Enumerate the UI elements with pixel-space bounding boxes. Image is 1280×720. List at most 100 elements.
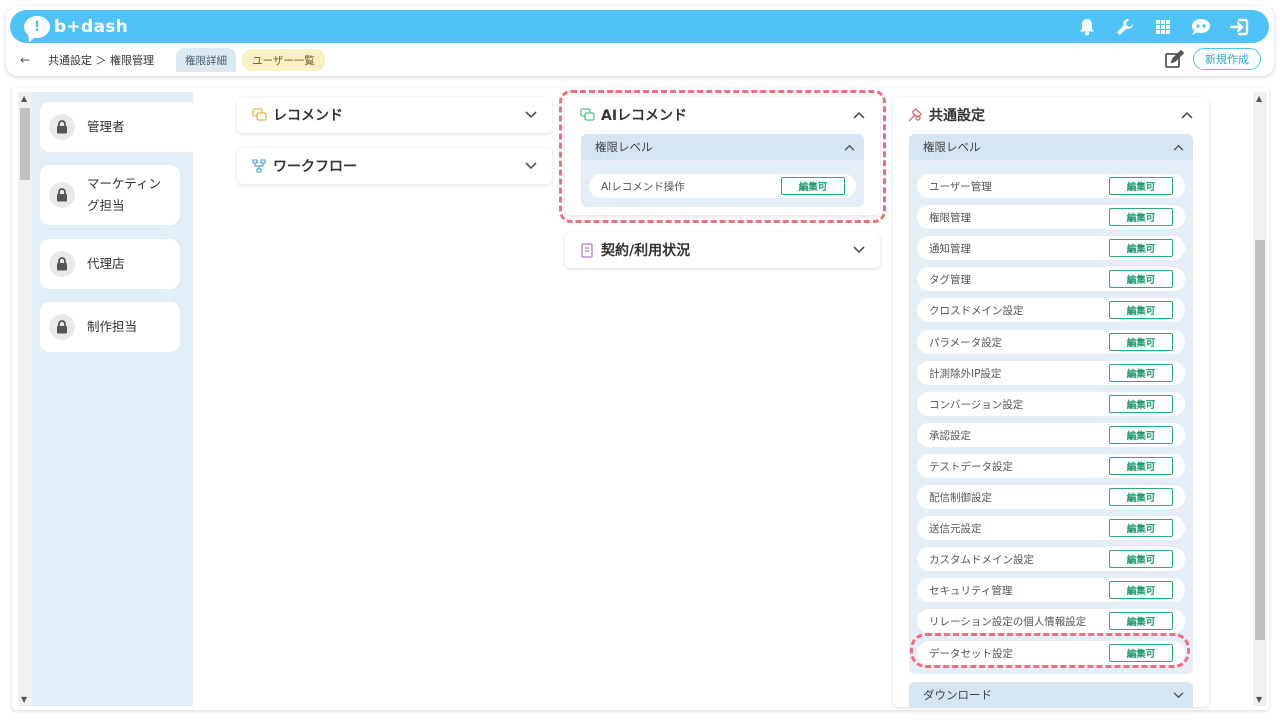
highlight-dataset-setting [910, 633, 1190, 668]
role-label: 管理者 [87, 119, 125, 134]
chevron-down-icon[interactable] [524, 159, 538, 173]
permission-status-badge[interactable]: 編集可 [1109, 270, 1173, 288]
permission-status-badge[interactable]: 編集可 [1109, 457, 1173, 475]
scrollbar-thumb[interactable] [1255, 240, 1265, 640]
new-create-button[interactable]: 新規作成 [1193, 48, 1261, 70]
contract-icon [579, 242, 595, 258]
permission-row: 計測除外IP設定 編集可 [917, 361, 1185, 385]
scrollbar-thumb[interactable] [20, 108, 30, 180]
permission-label: セキュリティ管理 [929, 584, 1013, 597]
permission-label: 送信元設定 [929, 522, 982, 535]
role-item-agency[interactable]: 代理店 [40, 239, 180, 289]
download-panel: ダウンロード [909, 682, 1193, 708]
sub-navigation: ← 共通設定 ＞ 権限管理 権限詳細 ユーザー一覧 [20, 48, 325, 72]
permission-row: 承認設定 編集可 [917, 423, 1185, 447]
permission-label: 権限管理 [929, 211, 971, 224]
permission-label: 計測除外IP設定 [929, 367, 1002, 380]
permission-row: コンバージョン設定 編集可 [917, 392, 1185, 416]
permission-status-badge[interactable]: 編集可 [1109, 364, 1173, 382]
chevron-up-icon[interactable] [1180, 108, 1194, 122]
role-label: マーケティング担当 [87, 176, 162, 213]
app-logo[interactable]: ! b+dash [24, 15, 128, 39]
permission-row: リレーション設定の個人情報設定 編集可 [917, 609, 1185, 633]
permission-row: ユーザー管理 編集可 [917, 174, 1185, 198]
permission-label: 承認設定 [929, 429, 971, 442]
tab-permission-detail[interactable]: 権限詳細 [176, 48, 236, 72]
card-title: レコメンド [273, 108, 343, 124]
lock-icon [49, 251, 75, 277]
sidebar-scrollbar[interactable]: ▲ ▼ [18, 92, 32, 706]
back-arrow-icon[interactable]: ← [20, 53, 34, 67]
permission-label: テストデータ設定 [929, 460, 1013, 473]
permission-status-badge[interactable]: 編集可 [1109, 426, 1173, 444]
chevron-down-icon[interactable] [852, 243, 866, 257]
permission-row: タグ管理 編集可 [917, 267, 1185, 291]
role-item-production[interactable]: 制作担当 [40, 302, 180, 352]
permission-row: 送信元設定 編集可 [917, 516, 1185, 540]
role-item-marketing[interactable]: マーケティング担当 [40, 165, 180, 225]
logo-mark: ! [24, 16, 50, 38]
download-header[interactable]: ダウンロード [909, 682, 1193, 708]
card-contract[interactable]: 契約/利用状況 [565, 232, 880, 268]
lock-icon [49, 182, 75, 208]
permission-status-badge[interactable]: 編集可 [1109, 395, 1173, 413]
breadcrumb: 共通設定 ＞ 権限管理 [48, 54, 154, 67]
recommend-icon [251, 107, 267, 123]
chevron-up-icon[interactable] [1171, 140, 1185, 154]
chevron-down-icon[interactable] [1171, 688, 1185, 702]
permission-status-badge[interactable]: 編集可 [1109, 519, 1173, 537]
card-title: ワークフロー [273, 159, 357, 175]
chevron-down-icon[interactable] [524, 108, 538, 122]
scroll-up-icon[interactable]: ▲ [21, 94, 27, 103]
common-settings-icon [907, 107, 923, 123]
permission-status-badge[interactable]: 編集可 [1109, 177, 1173, 195]
permission-row: テストデータ設定 編集可 [917, 454, 1185, 478]
card-title: 契約/利用状況 [601, 243, 691, 259]
card-title: 共通設定 [929, 108, 985, 124]
highlight-ai-recommend [559, 90, 886, 223]
permission-row: パラメータ設定 編集可 [917, 330, 1185, 354]
permission-row: カスタムドメイン設定 編集可 [917, 547, 1185, 571]
permission-label: 配信制御設定 [929, 491, 992, 504]
permission-status-badge[interactable]: 編集可 [1109, 239, 1173, 257]
role-label: 代理店 [87, 256, 125, 271]
permission-status-badge[interactable]: 編集可 [1109, 488, 1173, 506]
permission-status-badge[interactable]: 編集可 [1109, 581, 1173, 599]
permission-row: 通知管理 編集可 [917, 236, 1185, 260]
permission-row: セキュリティ管理 編集可 [917, 578, 1185, 602]
lock-icon [49, 314, 75, 340]
permission-status-badge[interactable]: 編集可 [1109, 333, 1173, 351]
content-scrollbar[interactable]: ▲ ▼ [1253, 92, 1267, 706]
card-workflow[interactable]: ワークフロー [237, 148, 552, 184]
permission-status-badge[interactable]: 編集可 [1109, 301, 1173, 319]
bell-icon[interactable] [1075, 16, 1099, 38]
permission-label: クロスドメイン設定 [929, 304, 1024, 317]
scroll-down-icon[interactable]: ▼ [1256, 695, 1262, 704]
permission-row: 権限管理 編集可 [917, 205, 1185, 229]
permission-status-badge[interactable]: 編集可 [1109, 612, 1173, 630]
permission-level-label: 権限レベル [923, 140, 981, 154]
permission-level-header[interactable]: 権限レベル [909, 134, 1193, 160]
role-item-admin[interactable]: 管理者 [40, 102, 196, 152]
scroll-down-icon[interactable]: ▼ [21, 695, 27, 704]
role-label: 制作担当 [87, 319, 138, 334]
logout-icon[interactable] [1227, 16, 1251, 38]
permission-label: コンバージョン設定 [929, 398, 1024, 411]
permission-label: リレーション設定の個人情報設定 [929, 615, 1087, 628]
workflow-icon [251, 158, 267, 174]
edit-icon[interactable] [1164, 49, 1185, 70]
wrench-icon[interactable] [1113, 16, 1137, 38]
logo-text: b+dash [54, 17, 129, 37]
permission-row: クロスドメイン設定 編集可 [917, 298, 1185, 322]
download-label: ダウンロード [923, 688, 992, 702]
chat-robot-icon[interactable] [1189, 16, 1213, 38]
permission-status-badge[interactable]: 編集可 [1109, 550, 1173, 568]
card-recommend[interactable]: レコメンド [237, 97, 552, 133]
grid-icon[interactable] [1151, 16, 1175, 38]
permission-status-badge[interactable]: 編集可 [1109, 208, 1173, 226]
top-navigation-bar: ! b+dash [10, 10, 1269, 43]
permission-label: ユーザー管理 [929, 180, 992, 193]
permission-label: 通知管理 [929, 242, 971, 255]
tab-user-list[interactable]: ユーザー一覧 [242, 49, 325, 71]
scroll-up-icon[interactable]: ▲ [1256, 94, 1262, 103]
